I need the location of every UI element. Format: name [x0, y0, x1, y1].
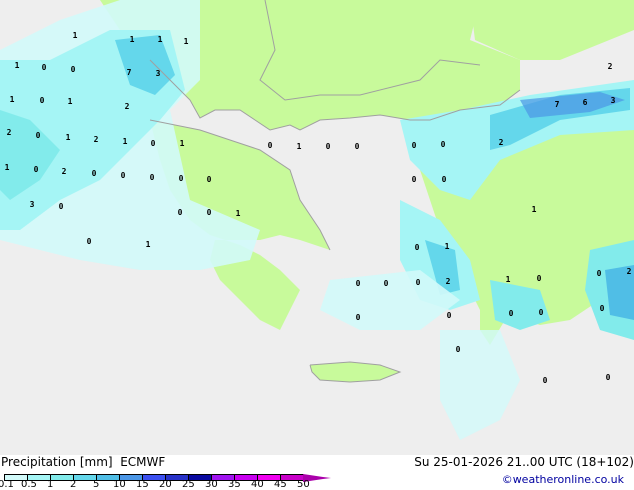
legend-tick: 5: [93, 479, 100, 490]
precip-value-label: 0: [178, 208, 183, 217]
precip-value-label: 0: [207, 208, 212, 217]
precip-value-label: 1: [180, 139, 185, 148]
precip-value-label: 0: [441, 140, 446, 149]
precip-value-label: 1: [123, 137, 128, 146]
precip-value-label: 1: [158, 35, 163, 44]
legend-bar: Precipitation [mm] ECMWF Su 25-01-2026 2…: [0, 455, 634, 490]
precip-value-label: 1: [146, 240, 151, 249]
precip-value-label: 2: [62, 167, 67, 176]
precip-value-label: 2: [94, 135, 99, 144]
precip-value-label: 2: [608, 62, 613, 71]
precip-value-label: 0: [356, 313, 361, 322]
legend-tick: 1: [47, 479, 54, 490]
precip-value-label: 1: [73, 31, 78, 40]
legend-tick: 15: [136, 479, 149, 490]
precip-value-label: 1: [68, 97, 73, 106]
precip-value-label: 0: [121, 171, 126, 180]
precip-value-label: 0: [40, 96, 45, 105]
precip-value-label: 0: [384, 279, 389, 288]
precip-value-label: 1: [5, 163, 10, 172]
precip-value-label: 2: [627, 267, 632, 276]
precip-value-label: 0: [42, 63, 47, 72]
legend-tick: 50: [297, 479, 310, 490]
precip-value-label: 0: [59, 202, 64, 211]
precip-value-label: 1: [184, 37, 189, 46]
precip-value-label: 0: [456, 345, 461, 354]
precip-value-label: 3: [30, 200, 35, 209]
precip-value-label: 1: [130, 35, 135, 44]
precip-value-label: 7: [555, 100, 560, 109]
precip-value-label: 1: [532, 205, 537, 214]
valid-datetime: Su 25-01-2026 21..00 UTC (18+102): [414, 455, 634, 469]
precip-value-label: 0: [36, 131, 41, 140]
precip-value-label: 0: [326, 142, 331, 151]
precip-value-label: 2: [125, 102, 130, 111]
title-text: Precipitation [mm]: [1, 455, 113, 469]
legend-tick: 30: [205, 479, 218, 490]
precip-value-label: 1: [236, 209, 241, 218]
precip-value-label: 1: [15, 61, 20, 70]
legend-tick: 40: [251, 479, 264, 490]
precip-value-label: 1: [66, 133, 71, 142]
precip-value-label: 0: [509, 309, 514, 318]
precip-value-label: 1: [506, 275, 511, 284]
legend-tick: 2: [70, 479, 77, 490]
precip-value-label: 0: [268, 141, 273, 150]
precip-value-label: 0: [207, 175, 212, 184]
legend-tick: 25: [182, 479, 195, 490]
legend-tick: 20: [159, 479, 172, 490]
precip-value-label: 0: [412, 175, 417, 184]
precip-value-label: 0: [442, 175, 447, 184]
precip-value-label: 1: [297, 142, 302, 151]
legend-overflow-arrow: [303, 474, 331, 482]
precip-value-label: 0: [416, 278, 421, 287]
precip-value-label: 0: [415, 243, 420, 252]
precip-value-label: 0: [600, 304, 605, 313]
precip-value-label: 0: [412, 141, 417, 150]
precip-value-label: 0: [539, 308, 544, 317]
precip-value-label: 7: [127, 68, 132, 77]
precip-value-label: 0: [543, 376, 548, 385]
credit-link[interactable]: ©weatheronline.co.uk: [502, 473, 624, 486]
precip-value-label: 0: [92, 169, 97, 178]
precip-value-label: 0: [179, 174, 184, 183]
precip-value-label: 0: [150, 173, 155, 182]
precip-value-label: 0: [606, 373, 611, 382]
precipitation-map[interactable]: 1 1 1 1 1 0 0 7 3 1 0 1 2 2 0 1 2 1 0 1 0 1 0 0 0 0 1 0 2 0 0 0 0 0 0 0 2 7 6 3…: [0, 0, 634, 455]
legend-tick: 45: [274, 479, 287, 490]
precip-value-label: 3: [611, 96, 616, 105]
precip-value-label: 2: [7, 128, 12, 137]
precip-value-label: 1: [10, 95, 15, 104]
precip-value-label: 0: [355, 142, 360, 151]
precip-value-label: 0: [71, 65, 76, 74]
map-title: Precipitation [mm] ECMWF: [1, 455, 165, 469]
precip-value-label: 1: [445, 242, 450, 251]
precip-value-label: 0: [597, 269, 602, 278]
precip-value-label: 0: [447, 311, 452, 320]
precip-value-label: 0: [87, 237, 92, 246]
precip-value-label: 2: [446, 277, 451, 286]
precip-value-label: 0: [356, 279, 361, 288]
legend-tick: 0.1: [0, 479, 14, 490]
legend-tick: 10: [113, 479, 126, 490]
model-name: ECMWF: [120, 455, 166, 469]
legend-tick: 35: [228, 479, 241, 490]
precip-value-label: 0: [34, 165, 39, 174]
legend-tick: 0.5: [21, 479, 37, 490]
precip-value-label: 0: [151, 139, 156, 148]
precip-value-label: 3: [156, 69, 161, 78]
precip-value-label: 6: [583, 98, 588, 107]
precip-value-label: 0: [537, 274, 542, 283]
precip-value-label: 2: [499, 138, 504, 147]
